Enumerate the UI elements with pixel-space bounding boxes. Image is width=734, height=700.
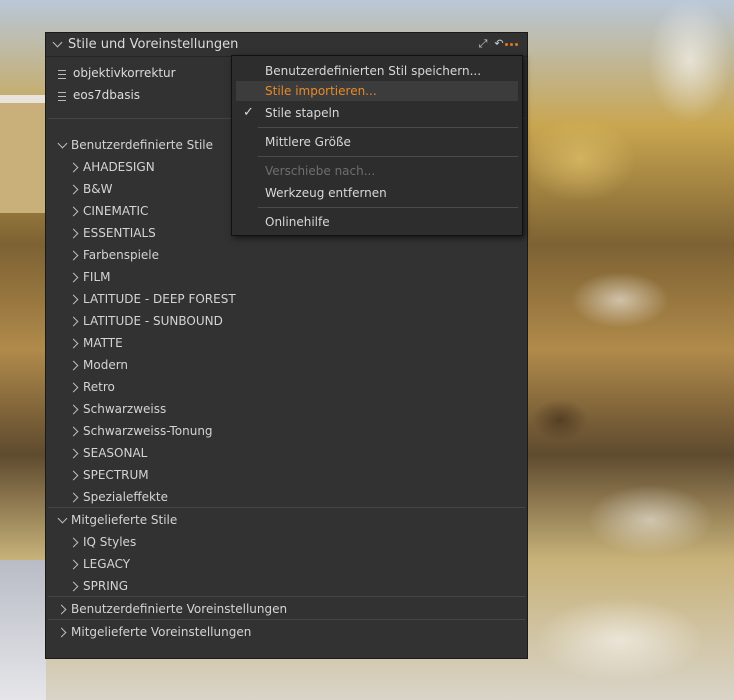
style-folder-item[interactable]: FILM [46, 266, 527, 288]
style-folder-item[interactable]: LEGACY [46, 553, 527, 575]
drag-handle-icon[interactable] [58, 92, 66, 101]
style-folder-item[interactable]: Schwarzweiss [46, 398, 527, 420]
menu-item-stack-styles[interactable]: ✓ Stile stapeln [232, 103, 522, 123]
style-folder-item[interactable]: LATITUDE - DEEP FOREST [46, 288, 527, 310]
menu-item-import-styles[interactable]: Stile importieren... [236, 81, 518, 101]
chevron-right-icon [68, 537, 79, 548]
background-snow [0, 560, 46, 700]
expand-icon[interactable]: ⤢ [477, 38, 489, 50]
chevron-right-icon [68, 360, 79, 371]
menu-divider [258, 127, 518, 128]
style-folder-item[interactable]: LATITUDE - SUNBOUND [46, 310, 527, 332]
collapse-chevron-icon[interactable] [52, 37, 63, 48]
more-options-icon[interactable] [505, 37, 519, 49]
chevron-right-icon [68, 162, 79, 173]
checkmark-icon: ✓ [243, 105, 254, 120]
chevron-right-icon [68, 492, 79, 503]
menu-item-medium-size[interactable]: Mittlere Größe [232, 132, 522, 152]
chevron-right-icon [68, 426, 79, 437]
panel-options-menu: Benutzerdefinierten Stil speichern... St… [231, 55, 523, 236]
chevron-right-icon [68, 272, 79, 283]
reset-icon[interactable]: ↶ [493, 38, 505, 50]
style-folder-item[interactable]: MATTE [46, 332, 527, 354]
chevron-right-icon [68, 250, 79, 261]
divider [48, 619, 525, 620]
style-folder-item[interactable]: Retro [46, 376, 527, 398]
style-folder-item[interactable]: SEASONAL [46, 442, 527, 464]
style-folder-item[interactable]: SPRING [46, 575, 527, 597]
background-house [0, 95, 46, 213]
chevron-right-icon [68, 581, 79, 592]
style-folder-item[interactable]: Modern [46, 354, 527, 376]
chevron-right-icon [68, 294, 79, 305]
divider [48, 507, 525, 508]
group-mitgelieferte-stile[interactable]: Mitgelieferte Stile [46, 509, 527, 531]
chevron-right-icon [68, 184, 79, 195]
style-folder-item[interactable]: Farbenspiele [46, 244, 527, 266]
style-folder-item[interactable]: Spezialeffekte [46, 486, 527, 508]
chevron-right-icon [56, 627, 67, 638]
group-mitgelieferte-voreinstellungen[interactable]: Mitgelieferte Voreinstellungen [46, 621, 527, 643]
menu-item-move-to: Verschiebe nach... [265, 164, 376, 178]
drag-handle-icon[interactable] [58, 70, 66, 79]
style-folder-item[interactable]: IQ Styles [46, 531, 527, 553]
chevron-right-icon [68, 338, 79, 349]
chevron-right-icon [68, 404, 79, 415]
chevron-right-icon [68, 559, 79, 570]
chevron-right-icon [68, 382, 79, 393]
chevron-right-icon [68, 316, 79, 327]
menu-item-online-help[interactable]: Onlinehilfe [232, 212, 522, 232]
menu-divider [258, 207, 518, 208]
panel-title: Stile und Voreinstellungen [68, 37, 239, 52]
panel-header[interactable]: Stile und Voreinstellungen ⤢ ↶ [46, 33, 527, 57]
style-folder-item[interactable]: Schwarzweiss-Tonung [46, 420, 527, 442]
chevron-down-icon [57, 513, 68, 524]
menu-item-save-custom-style[interactable]: Benutzerdefinierten Stil speichern... [232, 61, 522, 81]
chevron-down-icon [57, 138, 68, 149]
menu-item-remove-tool[interactable]: Werkzeug entfernen [232, 183, 522, 203]
chevron-right-icon [68, 228, 79, 239]
chevron-right-icon [68, 206, 79, 217]
menu-divider [258, 156, 518, 157]
chevron-right-icon [68, 448, 79, 459]
divider [48, 596, 525, 597]
chevron-right-icon [68, 470, 79, 481]
style-folder-item[interactable]: SPECTRUM [46, 464, 527, 486]
chevron-right-icon [56, 604, 67, 615]
group-benutzerdefinierte-voreinstellungen[interactable]: Benutzerdefinierte Voreinstellungen [46, 598, 527, 620]
